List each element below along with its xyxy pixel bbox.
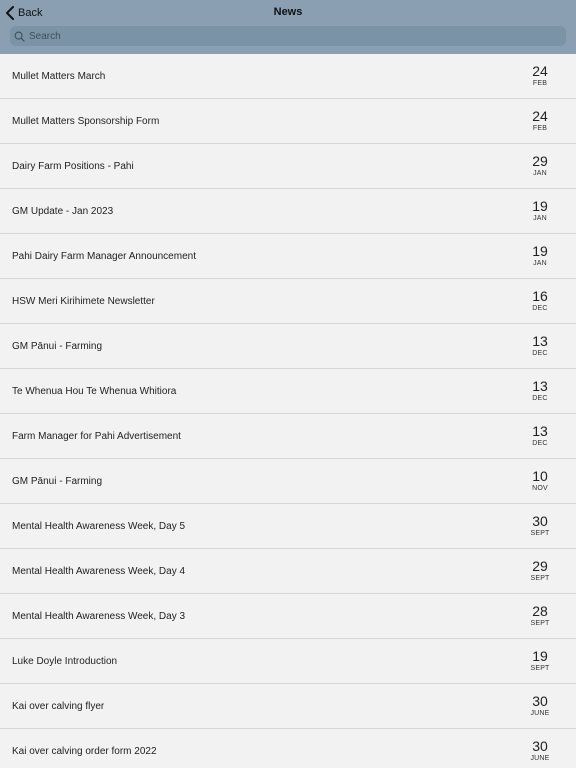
news-item-day: 24 bbox=[532, 63, 548, 79]
news-item-day: 13 bbox=[532, 378, 548, 394]
news-item-day: 19 bbox=[532, 198, 548, 214]
news-item-month: JAN bbox=[533, 215, 547, 222]
news-list: Mullet Matters March 24 FEB Mullet Matte… bbox=[0, 54, 576, 768]
news-item-date: 13 DEC bbox=[520, 334, 560, 358]
news-item-title: Kai over calving order form 2022 bbox=[12, 746, 157, 757]
page-title: News bbox=[273, 6, 303, 18]
news-item-date: 10 NOV bbox=[520, 469, 560, 493]
search-icon bbox=[14, 31, 25, 42]
news-item-day: 10 bbox=[532, 468, 548, 484]
news-item-title: Luke Doyle Introduction bbox=[12, 656, 118, 667]
news-item-month: DEC bbox=[532, 440, 548, 447]
news-item[interactable]: Dairy Farm Positions - Pahi 29 JAN bbox=[0, 144, 576, 189]
news-item-day: 30 bbox=[532, 513, 548, 529]
news-item-month: SEPT bbox=[530, 620, 550, 627]
news-item[interactable]: GM Update - Jan 2023 19 JAN bbox=[0, 189, 576, 234]
news-item-month: SEPT bbox=[530, 530, 550, 537]
nav-bar: Back News bbox=[0, 0, 576, 24]
news-item-date: 29 SEPT bbox=[520, 559, 560, 583]
news-item-title: Mental Health Awareness Week, Day 5 bbox=[12, 521, 186, 532]
news-item[interactable]: Mental Health Awareness Week, Day 4 29 S… bbox=[0, 549, 576, 594]
news-item-date: 24 FEB bbox=[520, 109, 560, 133]
news-item[interactable]: Kai over calving order form 2022 30 JUNE bbox=[0, 729, 576, 768]
navigation-header: Back News bbox=[0, 0, 576, 54]
news-item-date: 19 SEPT bbox=[520, 649, 560, 673]
news-item-title: GM Update - Jan 2023 bbox=[12, 206, 114, 217]
search-bar[interactable] bbox=[10, 26, 566, 46]
news-item[interactable]: GM Pānui - Farming 10 NOV bbox=[0, 459, 576, 504]
news-item-title: Pahi Dairy Farm Manager Announcement bbox=[12, 251, 196, 262]
news-item-month: JAN bbox=[533, 170, 547, 177]
news-item[interactable]: Mullet Matters Sponsorship Form 24 FEB bbox=[0, 99, 576, 144]
news-item-date: 13 DEC bbox=[520, 424, 560, 448]
news-item-month: FEB bbox=[532, 80, 548, 87]
news-item-day: 13 bbox=[532, 333, 548, 349]
news-item[interactable]: Mental Health Awareness Week, Day 3 28 S… bbox=[0, 594, 576, 639]
news-item-month: SEPT bbox=[530, 575, 550, 582]
news-item-date: 24 FEB bbox=[520, 64, 560, 88]
news-item-date: 13 DEC bbox=[520, 379, 560, 403]
news-item-date: 19 JAN bbox=[520, 199, 560, 223]
news-item-month: FEB bbox=[532, 125, 548, 132]
news-item[interactable]: Pahi Dairy Farm Manager Announcement 19 … bbox=[0, 234, 576, 279]
news-item-month: JAN bbox=[533, 260, 547, 267]
news-item-day: 30 bbox=[532, 693, 548, 709]
news-item-month: DEC bbox=[532, 350, 548, 357]
news-item[interactable]: Luke Doyle Introduction 19 SEPT bbox=[0, 639, 576, 684]
news-item-title: Kai over calving flyer bbox=[12, 701, 105, 712]
news-item-date: 30 JUNE bbox=[520, 739, 560, 763]
news-item[interactable]: Mental Health Awareness Week, Day 5 30 S… bbox=[0, 504, 576, 549]
news-item[interactable]: Mullet Matters March 24 FEB bbox=[0, 54, 576, 99]
news-item-day: 16 bbox=[532, 288, 548, 304]
news-item-month: DEC bbox=[532, 395, 548, 402]
news-item-date: 29 JAN bbox=[520, 154, 560, 178]
news-item[interactable]: HSW Meri Kirihimete Newsletter 16 DEC bbox=[0, 279, 576, 324]
news-item-title: Mullet Matters Sponsorship Form bbox=[12, 116, 160, 127]
news-item-month: NOV bbox=[532, 485, 548, 492]
news-item-title: Farm Manager for Pahi Advertisement bbox=[12, 431, 181, 442]
news-item[interactable]: Farm Manager for Pahi Advertisement 13 D… bbox=[0, 414, 576, 459]
news-item-date: 30 JUNE bbox=[520, 694, 560, 718]
news-item-date: 19 JAN bbox=[520, 244, 560, 268]
news-item-title: Mullet Matters March bbox=[12, 71, 106, 82]
news-item-month: JUNE bbox=[530, 710, 550, 717]
news-item-title: GM Pānui - Farming bbox=[12, 341, 103, 352]
news-item-day: 29 bbox=[532, 153, 548, 169]
news-item-title: GM Pānui - Farming bbox=[12, 476, 103, 487]
search-input[interactable] bbox=[29, 30, 549, 42]
news-item-month: SEPT bbox=[530, 665, 550, 672]
news-item-date: 28 SEPT bbox=[520, 604, 560, 628]
news-item[interactable]: Te Whenua Hou Te Whenua Whitiora 13 DEC bbox=[0, 369, 576, 414]
news-item-month: JUNE bbox=[530, 755, 550, 762]
news-item[interactable]: GM Pānui - Farming 13 DEC bbox=[0, 324, 576, 369]
news-item[interactable]: Kai over calving flyer 30 JUNE bbox=[0, 684, 576, 729]
news-item-title: Te Whenua Hou Te Whenua Whitiora bbox=[12, 386, 177, 397]
news-item-title: Mental Health Awareness Week, Day 4 bbox=[12, 566, 186, 577]
news-item-day: 19 bbox=[532, 243, 548, 259]
news-item-day: 24 bbox=[532, 108, 548, 124]
news-item-day: 13 bbox=[532, 423, 548, 439]
news-item-title: Dairy Farm Positions - Pahi bbox=[12, 161, 134, 172]
news-item-date: 30 SEPT bbox=[520, 514, 560, 538]
news-item-day: 28 bbox=[532, 603, 548, 619]
news-item-date: 16 DEC bbox=[520, 289, 560, 313]
news-item-day: 30 bbox=[532, 738, 548, 754]
news-item-title: HSW Meri Kirihimete Newsletter bbox=[12, 296, 155, 307]
news-item-day: 19 bbox=[532, 648, 548, 664]
news-item-month: DEC bbox=[532, 305, 548, 312]
news-item-title: Mental Health Awareness Week, Day 3 bbox=[12, 611, 186, 622]
news-item-day: 29 bbox=[532, 558, 548, 574]
